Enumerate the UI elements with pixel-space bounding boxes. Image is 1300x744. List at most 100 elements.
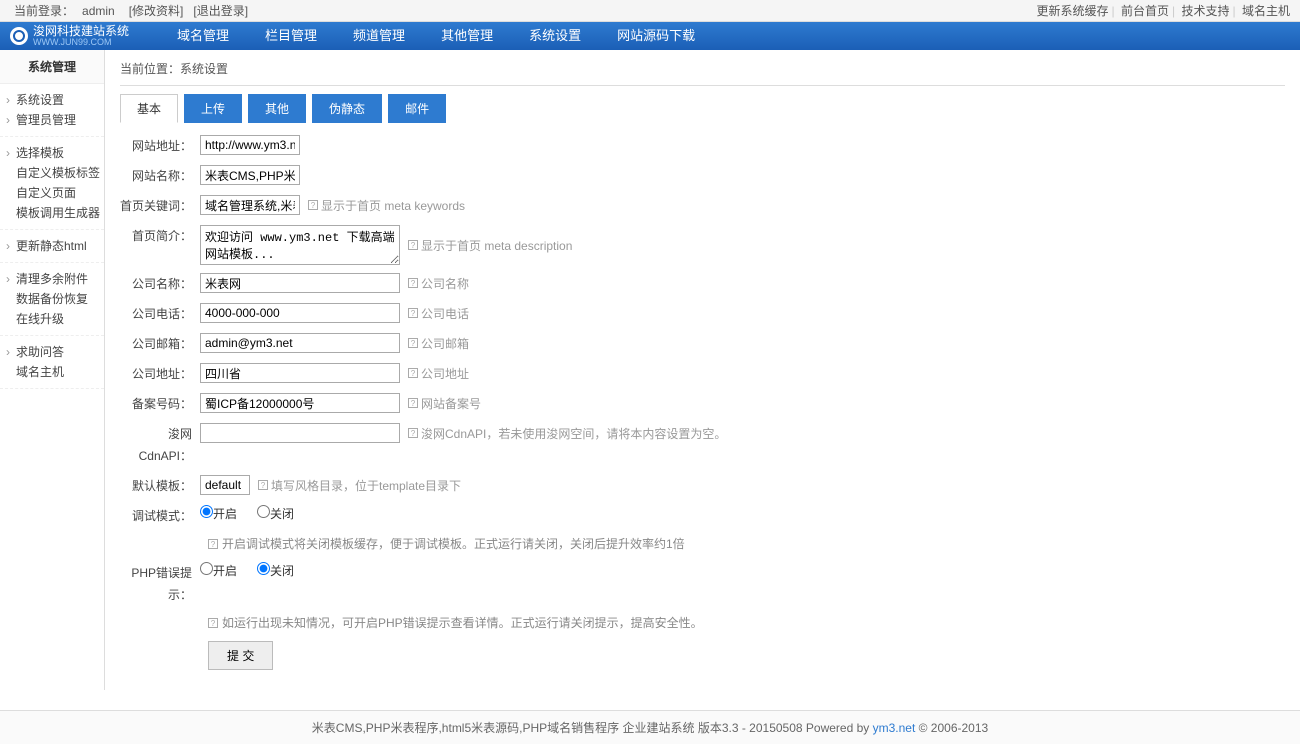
radio-phperr-on-label[interactable]: 开启 <box>200 562 237 579</box>
hint-icon: ? <box>308 200 318 210</box>
hint-icon: ? <box>208 618 218 628</box>
radio-debug-off-label[interactable]: 关闭 <box>257 505 294 522</box>
sidebar-help[interactable]: 求助问答 <box>16 342 104 362</box>
input-email[interactable] <box>200 333 400 353</box>
top-link-cache[interactable]: 更新系统缓存 <box>1037 4 1109 18</box>
hint-icon: ? <box>408 368 418 378</box>
sidebar-system-settings[interactable]: 系统设置 <box>16 90 104 110</box>
input-cdn[interactable] <box>200 423 400 443</box>
nav-download[interactable]: 网站源码下载 <box>599 22 713 50</box>
footer: 米表CMS,PHP米表程序,html5米表源码,PHP域名销售程序 企业建站系统… <box>0 710 1300 744</box>
sidebar-custom-page[interactable]: 自定义页面 <box>16 183 104 203</box>
sidebar-template-gen[interactable]: 模板调用生成器 <box>16 203 104 223</box>
hint-icon: ? <box>408 240 418 250</box>
label-icp: 备案号码： <box>120 393 200 415</box>
tab-rewrite[interactable]: 伪静态 <box>312 94 382 123</box>
hint-icp: 网站备案号 <box>421 395 481 412</box>
input-template[interactable] <box>200 475 250 495</box>
sidebar-title: 系统管理 <box>0 50 104 84</box>
input-phone[interactable] <box>200 303 400 323</box>
nav-channel[interactable]: 频道管理 <box>335 22 423 50</box>
hint-icon: ? <box>408 308 418 318</box>
hint-keywords: 显示于首页 meta keywords <box>321 197 465 214</box>
label-debug: 调试模式： <box>120 505 200 527</box>
input-site-name[interactable] <box>200 165 300 185</box>
sidebar-update-html[interactable]: 更新静态html <box>16 236 104 256</box>
label-keywords: 首页关键词： <box>120 195 200 217</box>
hint-intro: 显示于首页 meta description <box>421 237 572 254</box>
login-user: admin <box>82 4 115 18</box>
sidebar-upgrade[interactable]: 在线升级 <box>16 309 104 329</box>
label-company: 公司名称： <box>120 273 200 295</box>
edit-profile-link[interactable]: [修改资料] <box>129 4 184 18</box>
input-icp[interactable] <box>200 393 400 413</box>
input-address[interactable] <box>200 363 400 383</box>
top-bar: 当前登录： admin [修改资料] [退出登录] 更新系统缓存| 前台首页| 技… <box>0 0 1300 22</box>
tab-other[interactable]: 其他 <box>248 94 306 123</box>
content: 当前位置：系统设置 基本 上传 其他 伪静态 邮件 网站地址： 网站名称： 首页… <box>105 50 1300 690</box>
note-phperr: 如运行出现未知情况，可开启PHP错误提示查看详情。正式运行请关闭提示，提高安全性… <box>222 614 703 631</box>
radio-debug-on[interactable] <box>200 505 213 518</box>
input-site-url[interactable] <box>200 135 300 155</box>
radio-phperr-off-label[interactable]: 关闭 <box>257 562 294 579</box>
sidebar: 系统管理 系统设置 管理员管理 选择模板 自定义模板标签 自定义页面 模板调用生… <box>0 50 105 690</box>
radio-phperr-on[interactable] <box>200 562 213 575</box>
hint-phone: 公司电话 <box>421 305 469 322</box>
label-intro: 首页简介： <box>120 225 200 247</box>
top-link-front[interactable]: 前台首页 <box>1121 4 1169 18</box>
top-right: 更新系统缓存| 前台首页| 技术支持| 域名主机 <box>1037 0 1290 21</box>
radio-debug-on-label[interactable]: 开启 <box>200 505 237 522</box>
label-phperr: PHP错误提示： <box>120 562 200 606</box>
sidebar-domain-host[interactable]: 域名主机 <box>16 362 104 382</box>
nav-system[interactable]: 系统设置 <box>511 22 599 50</box>
hint-icon: ? <box>408 278 418 288</box>
logout-link[interactable]: [退出登录] <box>193 4 248 18</box>
nav-domain[interactable]: 域名管理 <box>159 22 247 50</box>
hint-icon: ? <box>408 338 418 348</box>
hint-email: 公司邮箱 <box>421 335 469 352</box>
breadcrumb: 当前位置：系统设置 <box>120 50 1285 86</box>
sidebar-admin-manage[interactable]: 管理员管理 <box>16 110 104 130</box>
sidebar-custom-tag[interactable]: 自定义模板标签 <box>16 163 104 183</box>
tab-basic[interactable]: 基本 <box>120 94 178 123</box>
tabs: 基本 上传 其他 伪静态 邮件 <box>120 94 1285 123</box>
sidebar-backup[interactable]: 数据备份恢复 <box>16 289 104 309</box>
hint-icon: ? <box>408 428 418 438</box>
label-template: 默认模板： <box>120 475 200 497</box>
radio-debug-off[interactable] <box>257 505 270 518</box>
label-site-name: 网站名称： <box>120 165 200 187</box>
breadcrumb-prefix: 当前位置： <box>120 62 180 76</box>
input-keywords[interactable] <box>200 195 300 215</box>
logo-sub: WWW.JUN99.COM <box>33 37 129 47</box>
nav-other[interactable]: 其他管理 <box>423 22 511 50</box>
top-link-domain[interactable]: 域名主机 <box>1242 4 1290 18</box>
hint-template: 填写风格目录，位于template目录下 <box>271 477 461 494</box>
radio-phperr-off[interactable] <box>257 562 270 575</box>
main-nav: 浚网科技建站系统 WWW.JUN99.COM 域名管理 栏目管理 频道管理 其他… <box>0 22 1300 50</box>
label-address: 公司地址： <box>120 363 200 385</box>
hint-icon: ? <box>208 539 218 549</box>
hint-icon: ? <box>408 398 418 408</box>
input-company[interactable] <box>200 273 400 293</box>
hint-address: 公司地址 <box>421 365 469 382</box>
submit-button[interactable]: 提 交 <box>208 641 273 670</box>
label-site-url: 网站地址： <box>120 135 200 157</box>
breadcrumb-current: 系统设置 <box>180 62 228 76</box>
nav-items: 域名管理 栏目管理 频道管理 其他管理 系统设置 网站源码下载 <box>159 22 713 50</box>
sidebar-choose-template[interactable]: 选择模板 <box>16 143 104 163</box>
logo-icon <box>10 27 28 45</box>
textarea-intro[interactable]: 欢迎访问 www.ym3.net 下载高端网站模板... <box>200 225 400 265</box>
tab-mail[interactable]: 邮件 <box>388 94 446 123</box>
footer-link[interactable]: ym3.net <box>873 721 916 735</box>
top-link-support[interactable]: 技术支持 <box>1182 4 1230 18</box>
label-cdn: 浚网CdnAPI： <box>120 423 200 467</box>
container: 系统管理 系统设置 管理员管理 选择模板 自定义模板标签 自定义页面 模板调用生… <box>0 50 1300 690</box>
top-left: 当前登录： admin [修改资料] [退出登录] <box>10 0 248 21</box>
sidebar-clean-attach[interactable]: 清理多余附件 <box>16 269 104 289</box>
logo: 浚网科技建站系统 WWW.JUN99.COM <box>10 25 129 47</box>
nav-column[interactable]: 栏目管理 <box>247 22 335 50</box>
login-prefix: 当前登录： <box>14 4 74 18</box>
tab-upload[interactable]: 上传 <box>184 94 242 123</box>
hint-company: 公司名称 <box>421 275 469 292</box>
label-email: 公司邮箱： <box>120 333 200 355</box>
